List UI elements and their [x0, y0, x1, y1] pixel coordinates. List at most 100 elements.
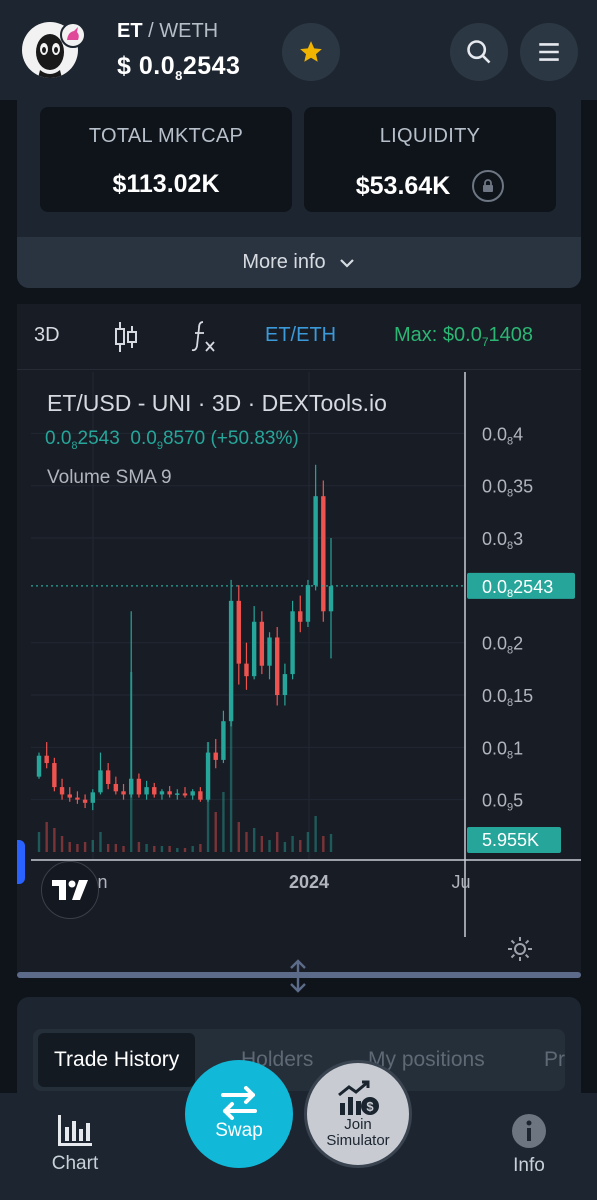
price-tick-label: 0.095 [482, 791, 523, 814]
volume-bar [37, 832, 41, 852]
swap-button[interactable]: Swap [185, 1060, 293, 1168]
token-stats-card: TOTAL MKTCAP $113.02K LIQUIDITY $53.64K … [17, 95, 581, 288]
volume-bar [183, 848, 187, 852]
pair-name: ET / WETH [117, 20, 218, 43]
candle-body [290, 611, 295, 675]
candle-body [113, 783, 119, 792]
price-zero-count: 8 [175, 68, 183, 83]
nav-info[interactable]: Info [484, 1113, 574, 1177]
candle-body [121, 791, 126, 795]
candle-body [67, 794, 72, 798]
interval-selector[interactable]: 3D [34, 324, 60, 347]
menu-icon [539, 43, 559, 61]
volume-bar [153, 846, 156, 852]
market-cap-value: $113.02K [40, 170, 292, 199]
volume-bar [299, 840, 302, 852]
more-info-button[interactable]: More info [17, 237, 581, 288]
volume-bar [329, 834, 333, 852]
volume-value-label: 5.955K [482, 830, 539, 850]
volume-bar [222, 792, 225, 852]
candle-body [190, 791, 195, 796]
activity-tabs-card: Trade History Holders My positions Pr [17, 997, 581, 1107]
candle-body [251, 621, 257, 677]
current-price-label: 0.082543 [482, 577, 553, 600]
resize-handle-icon[interactable] [287, 958, 309, 999]
candle-body [321, 496, 326, 612]
price-chart[interactable]: 0.084 0.0835 0.083 0.082 0.0815 0.081 0.095 0.0… [31, 372, 581, 937]
tab-pr[interactable]: Pr [544, 1029, 565, 1091]
price-tick-label: 0.0815 [482, 686, 533, 709]
simulator-label-line2: Simulator [326, 1132, 390, 1149]
volume-indicator-label: Volume SMA 9 [47, 467, 172, 488]
price-tick-label: 0.0835 [482, 477, 533, 500]
chart-settings-icon[interactable] [507, 936, 533, 967]
bar-chart-icon [58, 1115, 92, 1146]
pair-separator: / [148, 20, 154, 42]
time-tick-label: Ju [451, 872, 470, 892]
nav-chart-label: Chart [51, 1153, 99, 1174]
tradingview-logo-icon[interactable] [41, 861, 99, 919]
candle-body [152, 787, 157, 795]
candle-body [282, 674, 288, 696]
indicators-icon[interactable] [189, 318, 219, 360]
search-button[interactable] [450, 23, 508, 81]
close-price-prefix: 0.0 [45, 428, 72, 449]
volume-bar [199, 844, 202, 852]
chevron-down-icon [339, 258, 354, 268]
simulator-growth-icon: $ [338, 1080, 379, 1115]
volume-bar [106, 844, 110, 852]
candle-body [82, 799, 88, 803]
volume-bar [245, 832, 248, 852]
liquidity-value: $53.64K [304, 170, 556, 202]
candle-body [159, 791, 165, 795]
candle-type-icon[interactable] [113, 320, 139, 360]
volume-bar [68, 842, 71, 852]
candle-body [98, 770, 103, 793]
volume-bar [276, 832, 279, 852]
volume-bar [114, 844, 118, 852]
candle-body [313, 496, 318, 586]
candle-body [129, 778, 134, 795]
search-icon [467, 40, 491, 64]
time-tick-label: 2024 [289, 872, 329, 892]
info-icon [512, 1114, 546, 1148]
price-tick-label: 0.083 [482, 529, 523, 552]
swap-arrows-icon [221, 1086, 257, 1120]
pair-switch-button[interactable]: ET/ETH [265, 324, 336, 347]
max-price-zero-count: 7 [481, 335, 489, 349]
candle-body [298, 611, 303, 622]
svg-text:$: $ [366, 1099, 374, 1114]
base-symbol: ET [117, 20, 143, 42]
nav-chart[interactable]: Chart [30, 1113, 120, 1175]
candle-body [236, 600, 241, 664]
candle-body [105, 770, 111, 784]
join-simulator-button[interactable]: $ Join Simulator [304, 1060, 412, 1168]
price-tick-label: 0.082 [482, 634, 523, 657]
volume-bar [53, 828, 56, 852]
candle-body [259, 621, 265, 666]
candle-body [205, 752, 211, 800]
volume-bar [291, 836, 294, 852]
volume-bar [45, 822, 48, 852]
drawing-toolbar-toggle[interactable] [17, 840, 25, 884]
volume-bar [176, 848, 179, 852]
activity-tabs: Trade History Holders My positions Pr [33, 1029, 565, 1091]
menu-button[interactable] [520, 23, 578, 81]
swap-label: Swap [215, 1120, 263, 1141]
volume-bar [160, 846, 164, 852]
change-digits: 8570 (+50.83%) [162, 428, 299, 449]
volume-bar [283, 842, 287, 852]
volume-bar [268, 840, 271, 852]
candle-body [198, 791, 203, 800]
tab-trade-history[interactable]: Trade History [38, 1033, 196, 1087]
favorite-button[interactable] [282, 23, 340, 81]
candle-body [90, 792, 95, 803]
more-info-label: More info [242, 251, 326, 273]
liquidity-box: LIQUIDITY $53.64K [304, 107, 556, 212]
volume-bar [91, 840, 94, 852]
star-icon [300, 41, 322, 62]
lock-icon[interactable] [472, 170, 505, 202]
volume-bar [322, 836, 325, 852]
volume-bar [83, 842, 87, 852]
top-header: ET / WETH $ 0.082543 [0, 0, 597, 100]
